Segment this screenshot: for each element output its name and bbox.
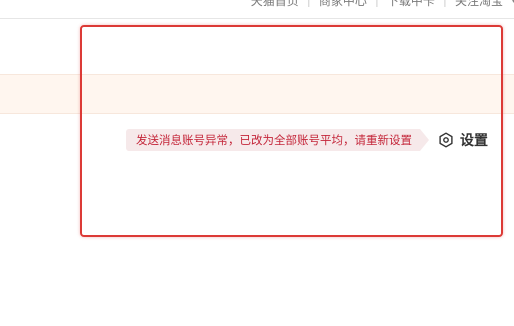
nav-link-download[interactable]: 下载中卡 — [387, 0, 435, 9]
top-nav: 天猫首页 | 商家中心 | 下载中卡 | 关注淘宝 ▾ — [0, 0, 514, 19]
warning-message: 发送消息账号异常，已改为全部账号平均，请重新设置 — [126, 129, 420, 151]
warning-arrow — [420, 129, 429, 151]
nav-separator: | — [374, 0, 379, 7]
settings-label: 设置 — [460, 133, 488, 149]
settings-button[interactable]: 设置 — [438, 130, 488, 150]
notice-bar — [0, 74, 514, 114]
nav-separator: | — [306, 0, 311, 7]
warning-tag: 发送消息账号异常，已改为全部账号平均，请重新设置 — [126, 129, 429, 151]
top-nav-links: 天猫首页 | 商家中心 | 下载中卡 | 关注淘宝 ▾ — [251, 0, 514, 10]
nav-link-merchant-center[interactable]: 商家中心 — [319, 0, 367, 9]
nav-link-follow[interactable]: 关注淘宝 — [455, 0, 503, 9]
nav-separator: | — [442, 0, 447, 7]
settings-icon — [439, 132, 453, 148]
nav-link-tmall-home[interactable]: 天猫首页 — [251, 0, 299, 9]
